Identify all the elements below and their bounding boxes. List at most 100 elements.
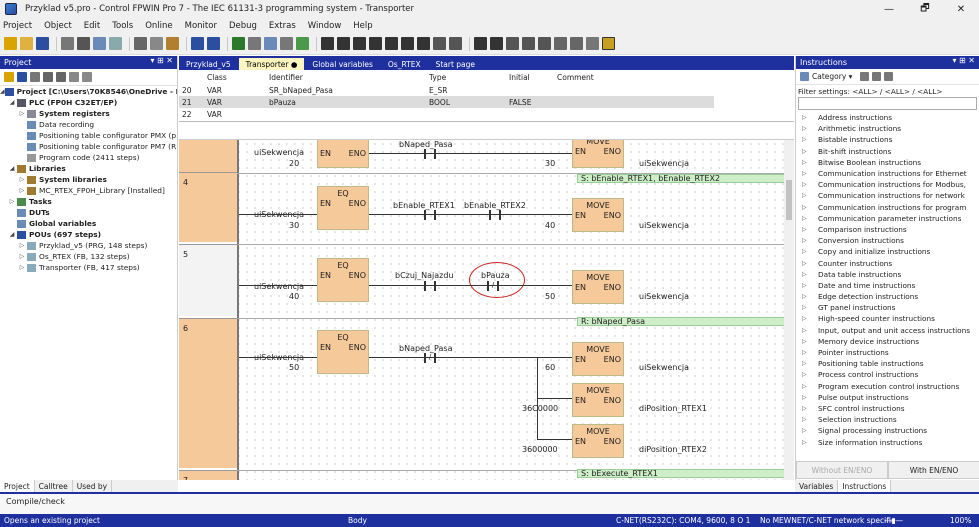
eq-block[interactable]: EQ EN ENO — [317, 258, 369, 302]
contact-label[interactable]: bEnable_RTEX2 — [464, 201, 526, 210]
menu-extras[interactable]: Extras — [269, 21, 296, 31]
tree-item[interactable]: ▷ Przyklad_v5 (PRG, 148 steps) — [0, 240, 177, 251]
tab-przyklad-v5[interactable]: Przyklad_v5 — [179, 58, 238, 70]
output-label[interactable]: uiSekwencja — [639, 221, 689, 230]
expand-arrow-icon[interactable]: ▷ — [796, 237, 818, 244]
expand-arrow-icon[interactable]: ▷ — [796, 416, 818, 423]
toggle-mode-icon[interactable] — [602, 37, 615, 50]
contact[interactable] — [424, 281, 436, 291]
network-number[interactable] — [179, 140, 237, 172]
menu-help[interactable]: Help — [353, 21, 372, 31]
variable-label[interactable]: uiSekwencja — [254, 282, 304, 291]
tree-item[interactable]: DUTs — [0, 207, 177, 218]
output-label[interactable]: uiSekwencja — [639, 292, 689, 301]
instruction-category[interactable]: ▷ Bistable instructions — [796, 134, 979, 145]
properties-icon[interactable] — [93, 37, 106, 50]
contact-label[interactable]: bNaped_Pasa — [399, 140, 452, 149]
tab-transporter[interactable]: Transporter ● — [238, 58, 305, 70]
add-object-icon[interactable] — [4, 72, 14, 82]
instruction-category[interactable]: ▷ Address instructions — [796, 112, 979, 123]
expand-arrow-icon[interactable]: ▷ — [796, 383, 818, 390]
menu-window[interactable]: Window — [308, 21, 342, 31]
function-block-icon[interactable] — [506, 37, 519, 50]
menu-object[interactable]: Object — [44, 21, 72, 31]
instruction-category[interactable]: ▷ Pointer instructions — [796, 347, 979, 358]
table-row-selected[interactable]: 21 VAR bPauza BOOL FALSE — [179, 96, 714, 108]
tree-item[interactable]: ▷ Transporter (FB, 417 steps) — [0, 262, 177, 273]
tree-item[interactable]: ▷ System registers — [0, 108, 177, 119]
constant-label[interactable]: 3600000 — [522, 445, 558, 454]
search-input[interactable] — [798, 97, 977, 110]
download-icon[interactable] — [264, 37, 277, 50]
instruction-category[interactable]: ▷ Communication instructions for Modbus, — [796, 179, 979, 190]
undo-icon[interactable] — [191, 37, 204, 50]
network-number[interactable]: 5 — [179, 244, 237, 316]
tree-item[interactable]: ◢ Libraries — [0, 163, 177, 174]
expand-arrow-icon[interactable]: ▷ — [796, 136, 818, 143]
instruction-category[interactable]: ▷ SFC control instructions — [796, 403, 979, 414]
instruction-category[interactable]: ▷ Conversion instructions — [796, 235, 979, 246]
instruction-category[interactable]: ▷ Program execution control instructions — [796, 381, 979, 392]
instruction-category[interactable]: ▷ Pulse output instructions — [796, 392, 979, 403]
expand-arrow-icon[interactable]: ▷ — [796, 248, 818, 255]
tree-item[interactable]: Data recording — [0, 119, 177, 130]
filter-icon[interactable] — [82, 72, 92, 82]
move-block[interactable]: MOVE EN ENO — [572, 424, 624, 458]
tab-os-rtex[interactable]: Os_RTEX — [381, 58, 428, 70]
constant-label[interactable]: 60 — [545, 363, 555, 372]
coil-icon[interactable] — [353, 37, 366, 50]
constant-label[interactable]: 30 — [545, 159, 555, 168]
constant-label[interactable]: 50 — [289, 363, 299, 372]
print-icon[interactable] — [77, 37, 90, 50]
sort-icon[interactable] — [69, 72, 79, 82]
expand-arrow-icon[interactable]: ▷ — [796, 215, 818, 222]
contact-label[interactable]: bNaped_Pasa — [399, 344, 452, 353]
contact[interactable] — [424, 210, 436, 220]
comment-icon[interactable] — [570, 37, 583, 50]
expand-arrow-icon[interactable]: ▷ — [796, 405, 818, 412]
label-icon[interactable] — [554, 37, 567, 50]
network-icon[interactable] — [586, 37, 599, 50]
network-number[interactable]: 4 — [179, 172, 237, 242]
contact[interactable] — [424, 149, 436, 159]
instruction-category[interactable]: ▷ Copy and initialize instructions — [796, 246, 979, 257]
falling-edge-icon[interactable] — [417, 37, 430, 50]
instruction-category[interactable]: ▷ Counter instructions — [796, 257, 979, 268]
tab-instructions[interactable]: Instructions — [838, 480, 892, 492]
tab-variables[interactable]: Variables — [795, 480, 839, 492]
menu-edit[interactable]: Edit — [84, 21, 100, 31]
expand-arrow-icon[interactable]: ▷ — [796, 226, 818, 233]
constant-label[interactable]: 20 — [289, 159, 299, 168]
cut-icon[interactable] — [134, 37, 147, 50]
expand-arrow-icon[interactable]: ▷ — [796, 170, 818, 177]
instruction-category[interactable]: ▷ Input, output and unit access instructi… — [796, 325, 979, 336]
tab-project[interactable]: Project — [0, 480, 35, 492]
reset-coil[interactable]: R: bNaped_Pasa — [577, 317, 784, 326]
open-folder-icon[interactable] — [20, 37, 33, 50]
move-block[interactable]: MOVE EN ENO — [572, 383, 624, 417]
instruction-category[interactable]: ▷ Arithmetic instructions — [796, 123, 979, 134]
instruction-category[interactable]: ▷ Edge detection instructions — [796, 291, 979, 302]
ladder-scrollbar[interactable] — [784, 140, 794, 480]
tree-item[interactable]: Positioning table configurator PMX (p — [0, 130, 177, 141]
instruction-category[interactable]: ▷ Communication instructions for program — [796, 202, 979, 213]
instruction-category[interactable]: ▷ Communication parameter instructions — [796, 213, 979, 224]
menu-tools[interactable]: Tools — [112, 21, 133, 31]
instruction-category[interactable]: ▷ Process control instructions — [796, 369, 979, 380]
variable-label[interactable]: uiSekwencja — [254, 148, 304, 157]
expand-arrow-icon[interactable]: ▷ — [796, 114, 818, 121]
properties-icon[interactable] — [17, 72, 27, 82]
expand-arrow-icon[interactable]: ▷ — [796, 304, 818, 311]
expand-arrow-icon[interactable]: ▷ — [796, 192, 818, 199]
instruction-category[interactable]: ▷ Communication instructions for network — [796, 190, 979, 201]
expand-arrow-icon[interactable]: ▷ — [796, 159, 818, 166]
set-coil-icon[interactable] — [369, 37, 382, 50]
network-number[interactable]: 7 — [179, 470, 237, 480]
print-preview-icon[interactable] — [61, 37, 74, 50]
without-en-eno-button[interactable]: Without EN/ENO — [796, 461, 888, 479]
vertical-line-icon[interactable] — [490, 37, 503, 50]
panel-pin-icon[interactable]: ▾ ⊞ ✕ — [952, 56, 975, 65]
jump-icon[interactable] — [522, 37, 535, 50]
expand-arrow-icon[interactable]: ▷ — [796, 338, 818, 345]
online-icon[interactable] — [280, 37, 293, 50]
